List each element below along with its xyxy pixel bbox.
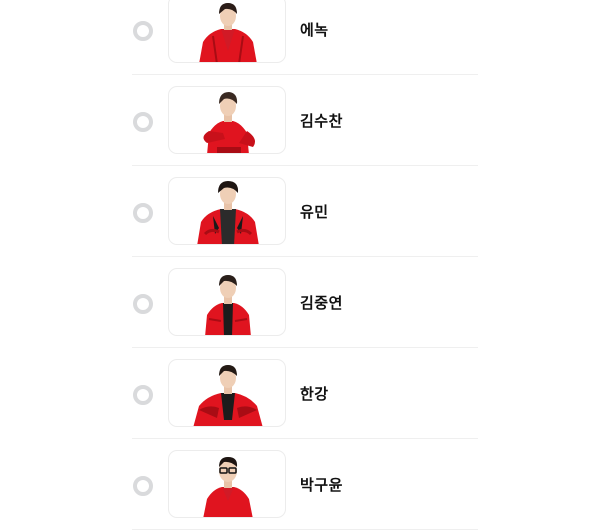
member-photo-icon xyxy=(168,177,286,245)
member-photo-icon xyxy=(168,450,286,518)
radio-button[interactable] xyxy=(133,476,153,496)
member-name: 유민 xyxy=(300,203,329,221)
member-photo-icon xyxy=(168,268,286,336)
radio-button[interactable] xyxy=(133,21,153,41)
vote-option-row[interactable]: 박구윤 xyxy=(132,439,478,530)
radio-button[interactable] xyxy=(133,385,153,405)
vote-option-row[interactable]: 에녹 xyxy=(132,0,478,75)
vote-option-row[interactable]: 유민 xyxy=(132,166,478,257)
member-photo-icon xyxy=(168,0,286,63)
member-name: 김중연 xyxy=(300,294,343,312)
radio-button[interactable] xyxy=(133,203,153,223)
member-name: 한강 xyxy=(300,385,329,403)
vote-option-row[interactable]: 김중연 xyxy=(132,257,478,348)
vote-option-row[interactable]: 한강 xyxy=(132,348,478,439)
member-name: 박구윤 xyxy=(300,476,343,494)
member-photo-icon xyxy=(168,86,286,154)
radio-button[interactable] xyxy=(133,294,153,314)
vote-option-row[interactable]: 김수찬 xyxy=(132,75,478,166)
member-name: 에녹 xyxy=(300,21,329,39)
member-name: 김수찬 xyxy=(300,112,343,130)
radio-button[interactable] xyxy=(133,112,153,132)
member-photo-icon xyxy=(168,359,286,427)
